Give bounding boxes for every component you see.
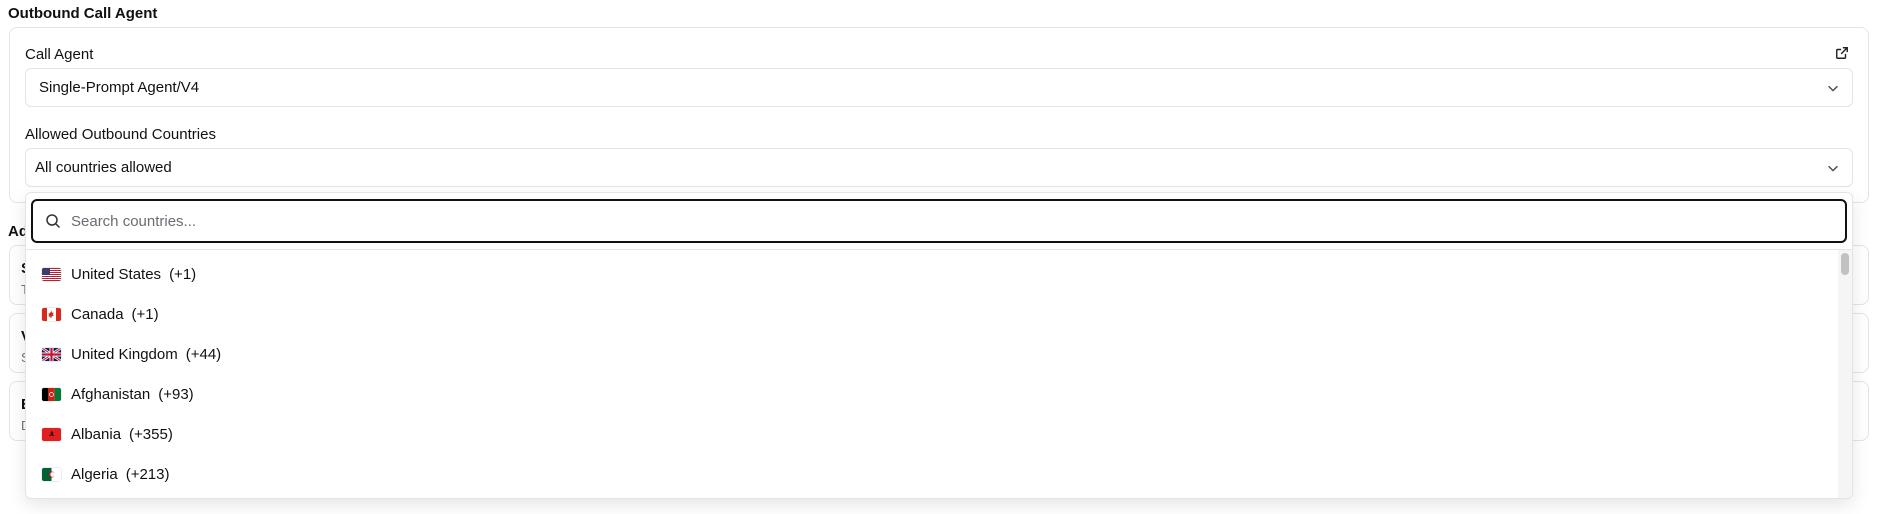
country-code: (+44) [185, 345, 222, 363]
country-option-united-kingdom[interactable]: United Kingdom (+44) [42, 334, 1822, 374]
country-name: Albania [71, 425, 122, 443]
scrollbar-thumb[interactable] [1841, 253, 1849, 275]
call-agent-select[interactable]: Single-Prompt Agent/V4 [25, 68, 1853, 107]
allowed-countries-select[interactable]: All countries allowed [25, 148, 1853, 187]
country-option-united-states[interactable]: United States (+1) [42, 254, 1822, 294]
external-link-icon[interactable] [1835, 46, 1849, 60]
af-flag-icon [42, 387, 61, 401]
country-option-algeria[interactable]: Algeria (+213) [42, 454, 1822, 494]
country-option-albania[interactable]: Albania (+355) [42, 414, 1822, 454]
country-code: (+93) [158, 385, 194, 403]
dz-flag-icon [42, 467, 61, 481]
search-icon [46, 214, 61, 229]
ca-flag-icon [42, 307, 61, 321]
country-name: United States [71, 265, 162, 283]
country-code: (+355) [129, 425, 173, 443]
country-code: (+1) [169, 265, 197, 283]
countries-dropdown: United States (+1) Canada (+1) [25, 192, 1853, 499]
search-box[interactable] [31, 199, 1847, 243]
gb-flag-icon [42, 347, 61, 361]
al-flag-icon [42, 427, 61, 441]
allowed-countries-label: Allowed Outbound Countries [25, 126, 216, 143]
chevron-down-icon [1828, 85, 1838, 92]
chevron-down-icon [1828, 165, 1838, 172]
country-list[interactable]: United States (+1) Canada (+1) United Ki… [26, 250, 1838, 498]
search-countries-input[interactable] [71, 212, 1771, 230]
country-name: United Kingdom [71, 345, 178, 363]
country-option-canada[interactable]: Canada (+1) [42, 294, 1822, 334]
allowed-countries-value: All countries allowed [35, 159, 172, 176]
us-flag-icon [42, 267, 61, 281]
section-title: Outbound Call Agent [8, 5, 158, 22]
country-name: Afghanistan [71, 385, 151, 403]
call-agent-label: Call Agent [25, 46, 94, 63]
country-name: Algeria [71, 465, 118, 483]
country-code: (+1) [131, 305, 159, 323]
country-option-afghanistan[interactable]: Afghanistan (+93) [42, 374, 1822, 414]
country-name: Canada [71, 305, 124, 323]
list-scrollbar[interactable] [1838, 250, 1852, 498]
call-agent-value: Single-Prompt Agent/V4 [39, 79, 200, 96]
country-code: (+213) [125, 465, 170, 483]
